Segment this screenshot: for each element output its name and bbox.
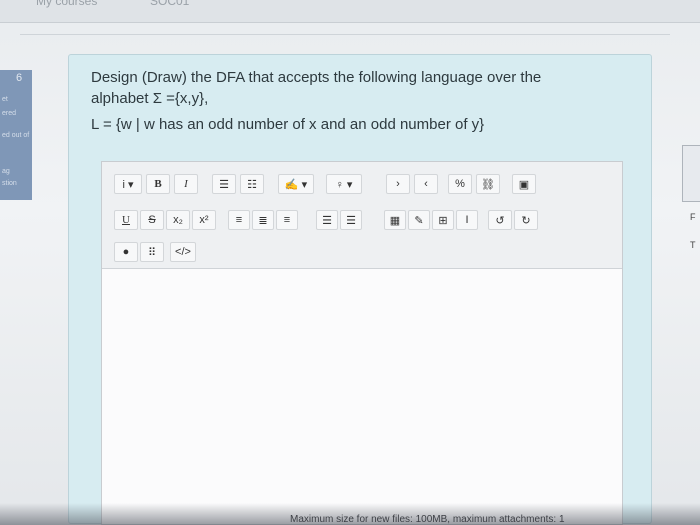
align-right-button[interactable]: ≡ [276, 210, 298, 230]
html-source-button[interactable]: </> [170, 242, 196, 262]
question-box: Design (Draw) the DFA that accepts the f… [68, 54, 652, 525]
info-line: ered [2, 110, 17, 117]
info-line: et [2, 96, 8, 103]
superscript-button[interactable]: x² [192, 210, 216, 230]
outdent-button[interactable]: ‹ [414, 174, 438, 194]
info-line: stion [2, 180, 17, 187]
divider [20, 34, 670, 35]
image-button[interactable]: ▣ [512, 174, 536, 194]
answer-text-area[interactable] [102, 269, 622, 524]
top-bar: My courses SOC01 [0, 0, 700, 23]
edit-button[interactable]: ✎ [408, 210, 430, 230]
align-center-button[interactable]: ≣ [252, 210, 274, 230]
info-line: ed out of [2, 132, 30, 139]
editor-toolbar: i ▾ B I ☰ ☷ ✍ ▾ ♀ ▾ › ‹ % ⛓ ▣ U S x₂ x² … [102, 162, 622, 269]
italic-button[interactable]: I [174, 174, 198, 194]
highlight-dropdown[interactable]: ♀ ▾ [326, 174, 362, 194]
edge-text: F [690, 212, 696, 222]
redo-button[interactable]: ↻ [514, 210, 538, 230]
adjacent-panel [682, 145, 700, 202]
numbered-list-button[interactable]: ☷ [240, 174, 264, 194]
rtl-button[interactable]: ☰ [340, 210, 362, 230]
file-limit-note: Maximum size for new files: 100MB, maxim… [290, 514, 565, 525]
accessibility-checker-button[interactable]: ● [114, 242, 138, 262]
question-text: Design (Draw) the DFA that accepts the f… [91, 67, 641, 135]
table-button[interactable]: ⊞ [432, 210, 454, 230]
answer-editor[interactable]: i ▾ B I ☰ ☷ ✍ ▾ ♀ ▾ › ‹ % ⛓ ▣ U S x₂ x² … [101, 161, 623, 525]
info-line: ag [2, 168, 10, 175]
breadcrumb-left[interactable]: My courses [36, 0, 97, 8]
question-line-2: alphabet Σ ={x,y}, [91, 90, 209, 107]
edge-text: T [690, 240, 696, 250]
screenreader-helper-button[interactable]: ⠿ [140, 242, 164, 262]
question-info-panel: 6 et ered ed out of ag stion [0, 70, 32, 200]
subscript-button[interactable]: x₂ [166, 210, 190, 230]
bold-button[interactable]: B [146, 174, 170, 194]
breadcrumb-right[interactable]: SOC01 [150, 0, 189, 8]
underline-button[interactable]: U [114, 210, 138, 230]
bullet-list-button[interactable]: ☰ [212, 174, 236, 194]
clear-format-button[interactable]: I [456, 210, 478, 230]
undo-button[interactable]: ↺ [488, 210, 512, 230]
ltr-button[interactable]: ☰ [316, 210, 338, 230]
link-button[interactable]: % [448, 174, 472, 194]
paragraph-style-dropdown[interactable]: i ▾ [114, 174, 142, 194]
question-line-1: Design (Draw) the DFA that accepts the f… [91, 69, 542, 86]
question-line-3: L = {w | w has an odd number of x and an… [91, 116, 485, 133]
question-number: 6 [16, 72, 23, 84]
align-left-button[interactable]: ≡ [228, 210, 250, 230]
strikethrough-button[interactable]: S [140, 210, 164, 230]
text-color-dropdown[interactable]: ✍ ▾ [278, 174, 314, 194]
indent-button[interactable]: › [386, 174, 410, 194]
unlink-button[interactable]: ⛓ [476, 174, 500, 194]
equation-button[interactable]: ▦ [384, 210, 406, 230]
